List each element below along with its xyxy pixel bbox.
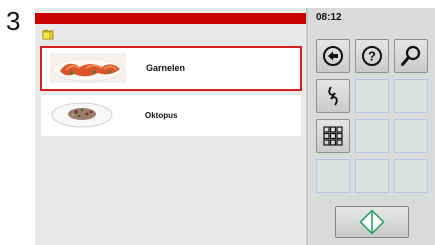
- recipe-label: Oktopus: [145, 111, 178, 120]
- control-panel: 08:12 ?: [306, 8, 435, 245]
- header-bar: [35, 13, 306, 24]
- svg-text:?: ?: [368, 49, 376, 64]
- garnelen-image: [50, 53, 126, 83]
- start-diamond-icon: [359, 209, 385, 235]
- chain-link-icon: [328, 86, 338, 106]
- recipe-label: Garnelen: [146, 63, 186, 73]
- recipe-item-oktopus[interactable]: Oktopus: [41, 95, 301, 136]
- empty-slot: [355, 79, 389, 113]
- help-icon: ?: [362, 46, 382, 66]
- oktopus-image: [51, 102, 113, 128]
- empty-slot: [394, 119, 428, 153]
- back-arrow-icon: [323, 46, 343, 66]
- empty-slot: [355, 159, 389, 193]
- recipe-item-garnelen[interactable]: Garnelen: [40, 46, 302, 91]
- recipe-list-panel: Garnelen Oktopus: [35, 8, 306, 245]
- grid-view-icon: [323, 126, 343, 146]
- search-icon: [401, 45, 421, 66]
- clock: 08:12: [316, 12, 342, 23]
- start-button[interactable]: [335, 206, 409, 238]
- link-button[interactable]: [316, 79, 350, 113]
- empty-slot: [394, 159, 428, 193]
- folder-icon[interactable]: [42, 29, 54, 40]
- step-number: 3: [6, 6, 21, 36]
- empty-slot: [394, 79, 428, 113]
- empty-slot: [355, 119, 389, 153]
- help-button[interactable]: ?: [355, 39, 389, 73]
- back-button[interactable]: [316, 39, 350, 73]
- empty-slot: [316, 159, 350, 193]
- grid-view-button[interactable]: [316, 119, 350, 153]
- search-button[interactable]: [394, 39, 428, 73]
